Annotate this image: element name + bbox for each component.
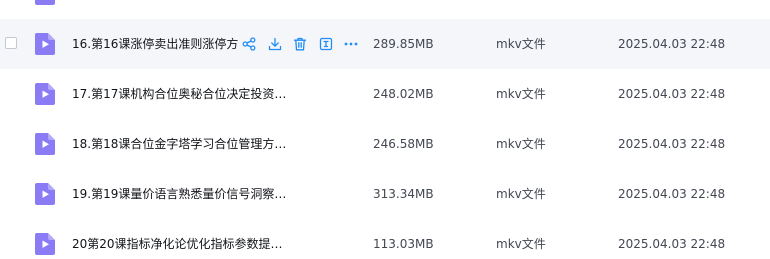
file-date: 2025.04.03 22:48 <box>618 187 726 201</box>
file-row[interactable]: 16.第16课涨停卖出准则涨停方法 289.85MB mkv文件 2025.04… <box>0 19 770 69</box>
delete-icon[interactable] <box>292 36 308 52</box>
file-name[interactable]: 19.第19课量价语言熟悉量价信号洞察主力 <box>72 186 294 202</box>
video-file-icon <box>35 233 55 255</box>
file-type: mkv文件 <box>496 87 546 101</box>
file-row[interactable] <box>0 0 770 19</box>
file-name[interactable]: 20第20课指标净化论优化指标参数提高胜率 <box>72 236 294 252</box>
file-date: 2025.04.03 22:48 <box>618 137 726 151</box>
file-size: 246.58MB <box>373 137 434 151</box>
file-type: mkv文件 <box>496 37 546 51</box>
row-actions <box>241 35 369 53</box>
file-name[interactable]: 18.第18课合位金字塔学习合位管理方法论 <box>72 136 294 152</box>
share-icon[interactable] <box>241 36 257 52</box>
file-date: 2025.04.03 22:48 <box>618 87 726 101</box>
row-checkbox[interactable] <box>5 37 17 49</box>
file-name[interactable]: 17.第17课机构合位奥秘合位决定投资生态 <box>72 86 294 102</box>
file-size: 248.02MB <box>373 87 434 101</box>
file-date: 2025.04.03 22:48 <box>618 37 726 51</box>
video-file-icon <box>35 133 55 155</box>
file-name[interactable]: 16.第16课涨停卖出准则涨停方法 <box>72 36 238 52</box>
file-list: 16.第16课涨停卖出准则涨停方法 289.85MB mkv文件 2025.04… <box>0 0 770 259</box>
file-date: 2025.04.03 22:48 <box>618 237 726 251</box>
video-file-icon <box>35 0 55 5</box>
video-file-icon <box>35 183 55 205</box>
more-icon[interactable] <box>343 36 359 52</box>
rename-icon[interactable] <box>318 36 334 52</box>
file-row[interactable]: 19.第19课量价语言熟悉量价信号洞察主力 313.34MB mkv文件 202… <box>0 169 770 219</box>
file-type: mkv文件 <box>496 137 546 151</box>
file-size: 313.34MB <box>373 187 434 201</box>
video-file-icon <box>35 33 55 55</box>
file-type: mkv文件 <box>496 237 546 251</box>
file-row[interactable]: 20第20课指标净化论优化指标参数提高胜率 113.03MB mkv文件 202… <box>0 219 770 259</box>
file-size: 113.03MB <box>373 237 434 251</box>
file-type: mkv文件 <box>496 187 546 201</box>
file-row[interactable]: 17.第17课机构合位奥秘合位决定投资生态 248.02MB mkv文件 202… <box>0 69 770 119</box>
file-row[interactable]: 18.第18课合位金字塔学习合位管理方法论 246.58MB mkv文件 202… <box>0 119 770 169</box>
video-file-icon <box>35 83 55 105</box>
file-size: 289.85MB <box>373 37 434 51</box>
download-icon[interactable] <box>267 36 283 52</box>
